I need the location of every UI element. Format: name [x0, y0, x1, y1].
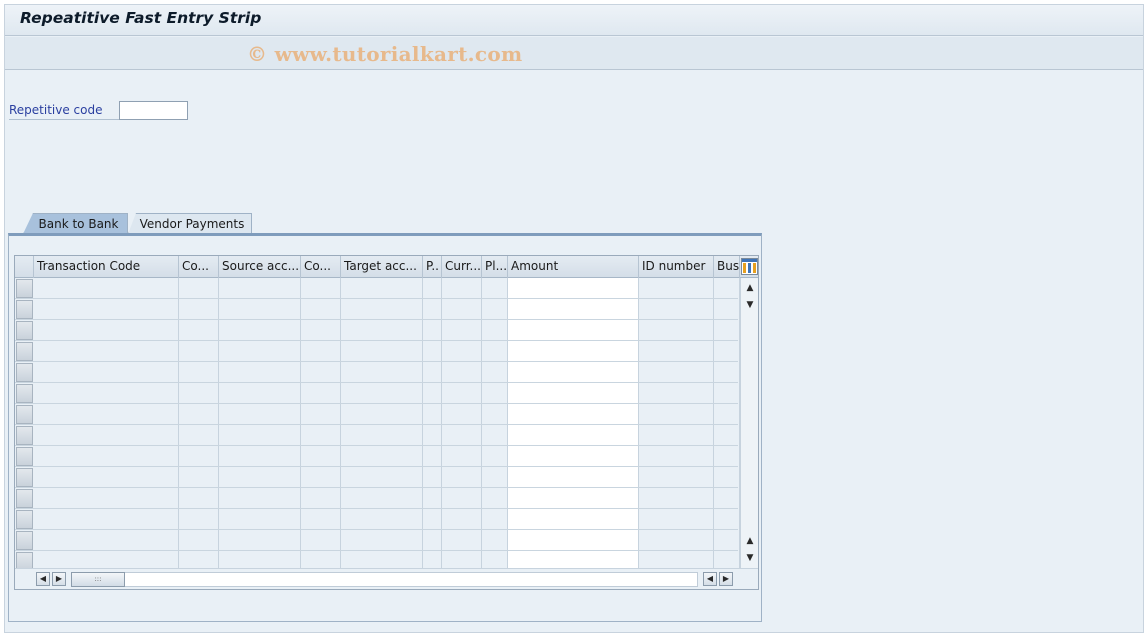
row-selector-button[interactable]	[16, 447, 33, 466]
column-header-source-account[interactable]: Source acc...	[219, 256, 301, 278]
column-amount[interactable]	[508, 278, 639, 568]
column-co-1[interactable]	[179, 278, 219, 568]
row-selector-button[interactable]	[16, 279, 33, 298]
select-all-header[interactable]	[15, 256, 34, 278]
table-row	[15, 466, 738, 467]
horizontal-scrollbar[interactable]: ◀ ▶ ::: ◀ ▶	[15, 568, 758, 589]
scroll-down-top-icon[interactable]: ▼	[743, 298, 757, 312]
horizontal-scroll-thumb[interactable]: :::	[71, 572, 125, 587]
column-header-id-number[interactable]: ID number	[639, 256, 714, 278]
table-row	[15, 319, 738, 320]
row-selector-button[interactable]	[16, 384, 33, 403]
column-header-co-2[interactable]: Co...	[301, 256, 341, 278]
scroll-right-end-icon[interactable]: ▶	[719, 572, 733, 586]
column-target-account[interactable]	[341, 278, 423, 568]
column-header-transaction-code[interactable]: Transaction Code	[34, 256, 179, 278]
table-row	[15, 550, 738, 551]
application-toolbar: © www.tutorialkart.com	[5, 37, 1143, 70]
scroll-left-end-icon[interactable]: ◀	[703, 572, 717, 586]
column-id-number[interactable]	[639, 278, 714, 568]
column-header-amount[interactable]: Amount	[508, 256, 639, 278]
table-header-row: Transaction Code Co... Source acc... Co.…	[15, 256, 758, 278]
title-bar: Repeatitive Fast Entry Strip	[5, 5, 1143, 36]
table-row	[15, 445, 738, 446]
repetitive-code-input[interactable]	[119, 101, 188, 120]
row-selector-button[interactable]	[16, 300, 33, 319]
column-business[interactable]	[714, 278, 740, 568]
main-window: Repeatitive Fast Entry Strip © www.tutor…	[4, 4, 1144, 633]
tab-panel: Transaction Code Co... Source acc... Co.…	[8, 233, 762, 622]
row-selector-button[interactable]	[16, 531, 33, 550]
table-row	[15, 487, 738, 488]
column-co-2[interactable]	[301, 278, 341, 568]
repetitive-code-label: Repetitive code	[9, 103, 121, 120]
row-selector-button[interactable]	[16, 363, 33, 382]
table-row	[15, 298, 738, 299]
row-selector-button[interactable]	[16, 321, 33, 340]
page-title: Repeatitive Fast Entry Strip	[20, 9, 262, 27]
table-row	[15, 382, 738, 383]
watermark-text: © www.tutorialkart.com	[247, 42, 523, 66]
table-row	[15, 361, 738, 362]
scroll-up-top-icon[interactable]: ▲	[743, 281, 757, 295]
row-selector-button[interactable]	[16, 468, 33, 487]
column-header-business[interactable]: Busi	[714, 256, 740, 278]
column-header-target-account[interactable]: Target acc...	[341, 256, 423, 278]
vertical-scrollbar[interactable]: ▲ ▼ ▲ ▼	[740, 278, 758, 568]
row-selector-button[interactable]	[16, 342, 33, 361]
table-row	[15, 403, 738, 404]
tab-vendor-payments[interactable]: Vendor Payments	[128, 213, 252, 234]
scroll-up-bottom-icon[interactable]: ▲	[743, 534, 757, 548]
row-selector-button[interactable]	[16, 426, 33, 445]
column-header-currency[interactable]: Curr...	[442, 256, 482, 278]
column-pl[interactable]	[482, 278, 508, 568]
table-row	[15, 424, 738, 425]
column-source-account[interactable]	[219, 278, 301, 568]
column-header-p[interactable]: P..	[423, 256, 442, 278]
scroll-right-icon[interactable]: ▶	[52, 572, 66, 586]
entry-table: Transaction Code Co... Source acc... Co.…	[14, 255, 759, 590]
table-row	[15, 340, 738, 341]
row-selector-button[interactable]	[16, 510, 33, 529]
table-settings-icon[interactable]	[741, 258, 758, 275]
column-transaction-code[interactable]	[34, 278, 179, 568]
column-header-co-1[interactable]: Co...	[179, 256, 219, 278]
column-p[interactable]	[423, 278, 442, 568]
scroll-down-bottom-icon[interactable]: ▼	[743, 551, 757, 565]
table-row	[15, 529, 738, 530]
column-header-pl[interactable]: Pl...	[482, 256, 508, 278]
row-selector-button[interactable]	[16, 405, 33, 424]
row-selector-button[interactable]	[16, 489, 33, 508]
scroll-left-icon[interactable]: ◀	[36, 572, 50, 586]
table-row	[15, 508, 738, 509]
tab-bank-to-bank[interactable]: Bank to Bank	[23, 213, 128, 234]
column-currency[interactable]	[442, 278, 482, 568]
horizontal-scroll-track[interactable]	[71, 572, 698, 587]
